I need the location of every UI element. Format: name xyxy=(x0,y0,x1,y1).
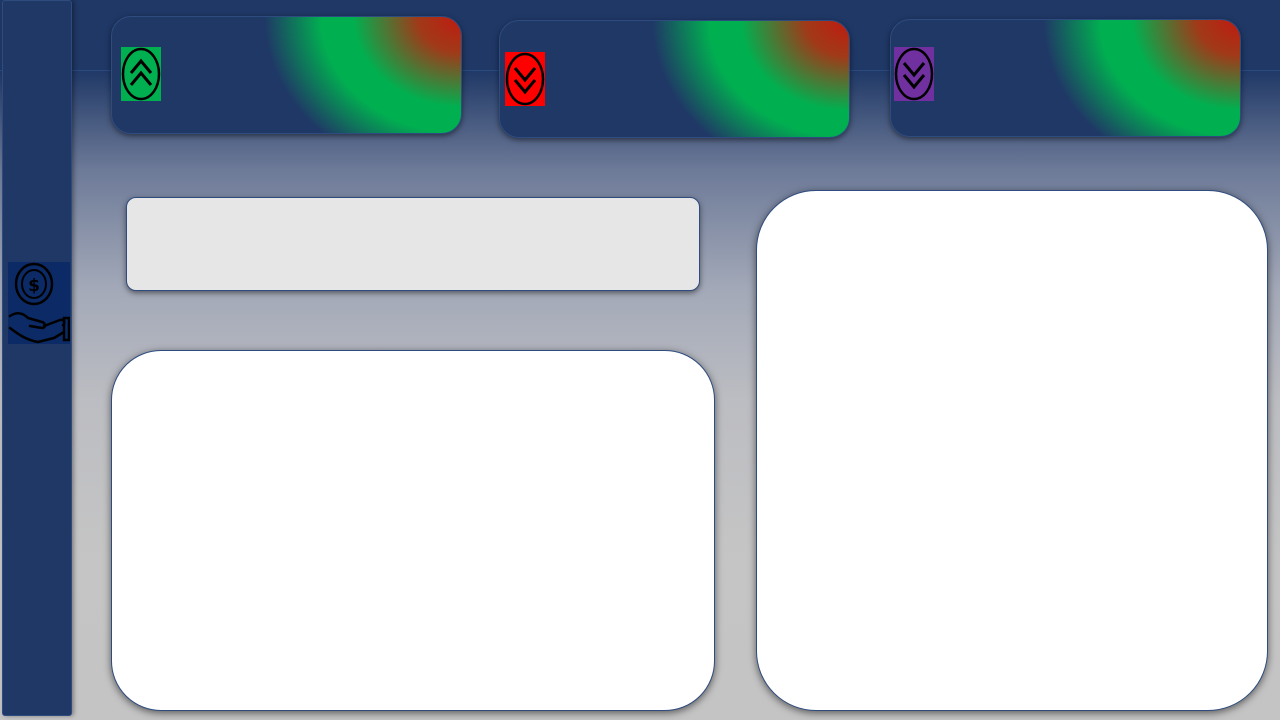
double-chevron-up-icon xyxy=(121,47,161,101)
svg-text:$: $ xyxy=(28,276,40,296)
chart-panel-left[interactable] xyxy=(111,350,715,711)
chart-panel-right[interactable] xyxy=(756,190,1268,711)
sidebar: $ xyxy=(2,0,72,716)
filter-panel[interactable] xyxy=(126,197,700,291)
dashboard: $ xyxy=(0,0,1280,720)
kpi-card-1[interactable] xyxy=(111,16,462,134)
kpi-card-3[interactable] xyxy=(890,19,1241,137)
hand-holding-coin-icon[interactable]: $ xyxy=(8,262,70,344)
double-chevron-down-icon xyxy=(505,52,545,106)
double-chevron-down-icon xyxy=(894,47,934,101)
kpi-card-2[interactable] xyxy=(499,20,850,138)
